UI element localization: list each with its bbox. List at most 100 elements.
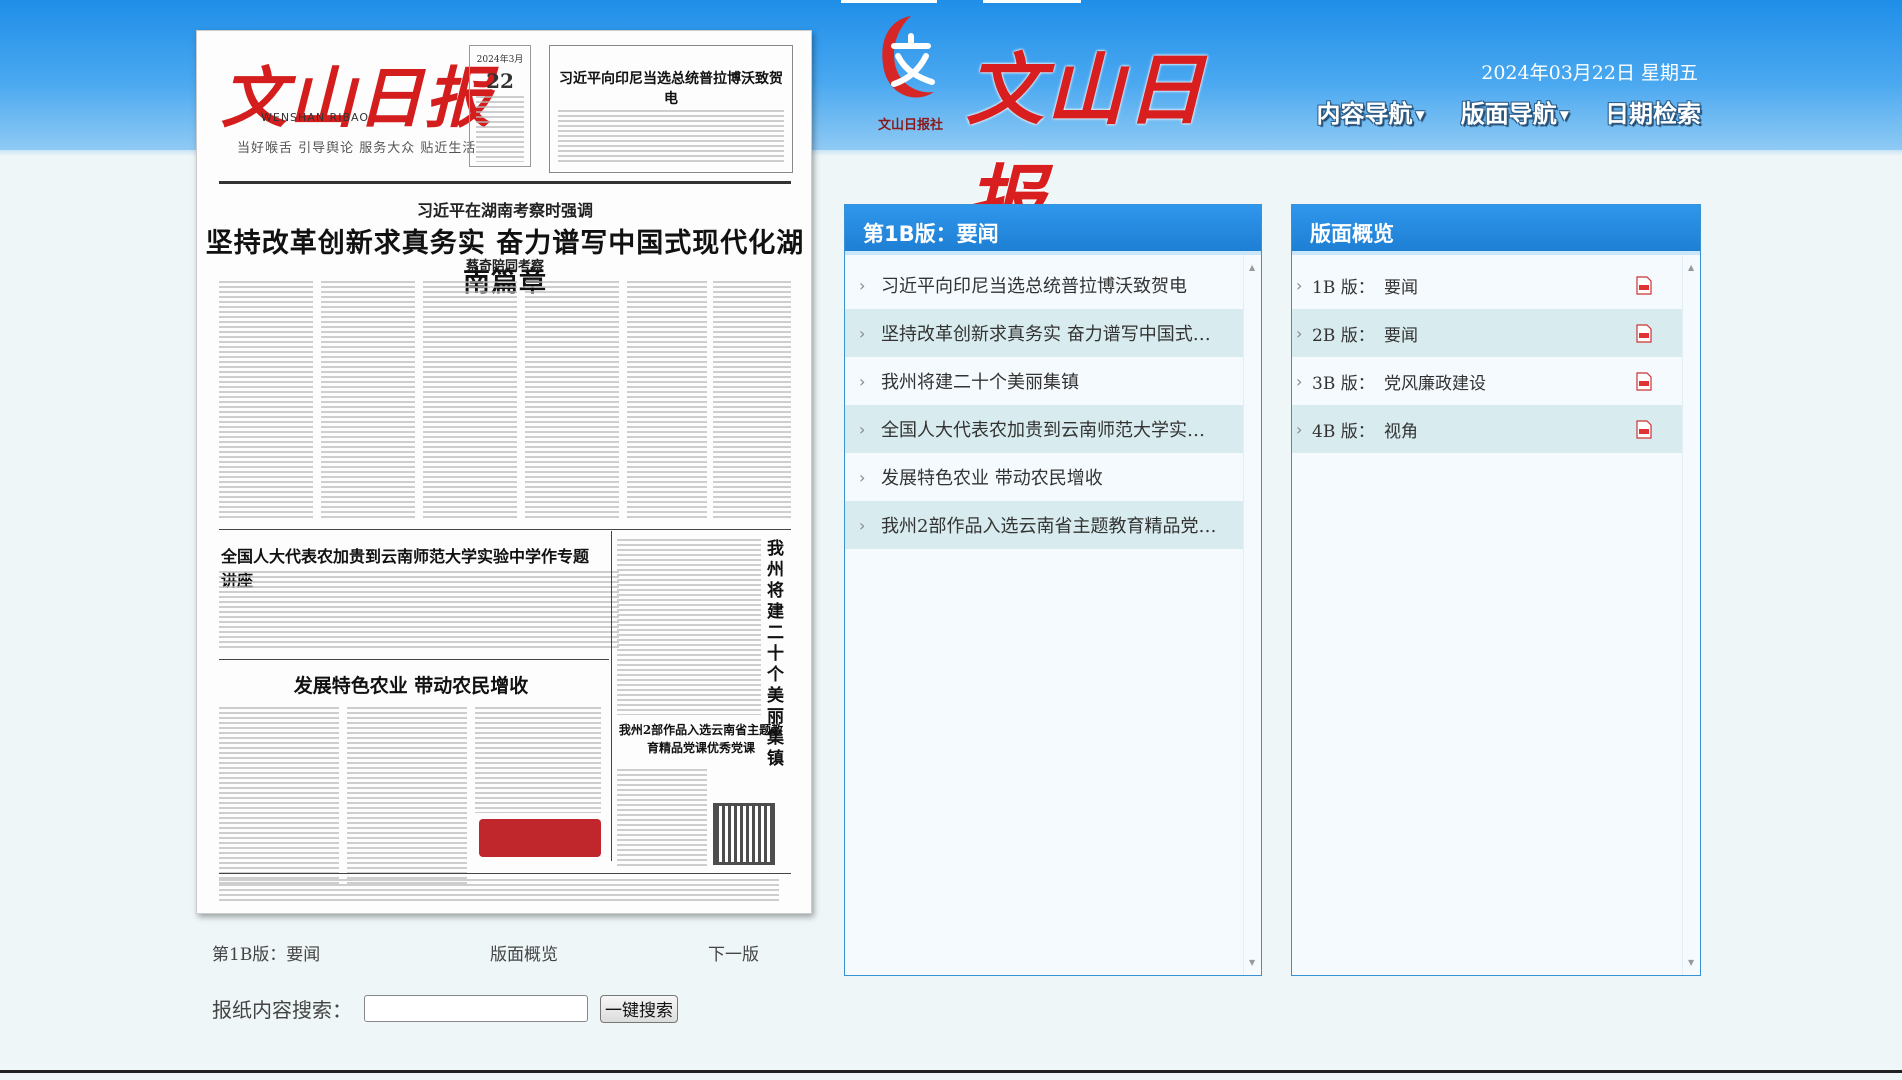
paper-divider — [219, 529, 791, 530]
paper-text-block — [423, 281, 517, 521]
scroll-down-icon[interactable]: ▼ — [1688, 958, 1694, 967]
scroll-up-icon[interactable]: ▲ — [1688, 263, 1694, 272]
paper-date-day: 22 — [486, 69, 514, 93]
chevron-right-icon: › — [859, 371, 866, 391]
pdf-icon[interactable] — [1636, 276, 1652, 295]
search-input[interactable] — [364, 995, 588, 1022]
news-item-label: 我州将建二十个美丽集镇 — [881, 372, 1079, 393]
page-item-number: 4B 版： — [1312, 421, 1375, 442]
nav-content[interactable]: 内容导航 ▼ — [1317, 94, 1425, 129]
news-item[interactable]: › 习近平向印尼当选总统普拉博沃致贺电 — [845, 261, 1243, 309]
page-item[interactable]: › 1B 版： 要闻 — [1292, 261, 1682, 309]
page-item-name: 要闻 — [1384, 325, 1418, 346]
chevron-right-icon: › — [1296, 371, 1303, 391]
paper-promo-box — [479, 819, 601, 857]
site-logo[interactable]: 文山日报 文山日报社 — [876, 12, 1246, 248]
scroll-up-icon[interactable]: ▲ — [1249, 263, 1255, 272]
overview-link[interactable]: 版面概览 — [490, 940, 558, 965]
paper-text-block — [476, 96, 524, 162]
current-date: 2024年03月22日 星期五 — [1481, 62, 1698, 84]
paper-text-block — [617, 769, 707, 869]
footer-rule — [0, 1070, 1902, 1080]
newspaper-page-image[interactable]: 文山日报 WENSHAN RIBAO 当好喉舌 引导舆论 服务大众 贴近生活 2… — [196, 30, 812, 914]
paper-text-block — [713, 281, 791, 521]
nav-pages[interactable]: 版面导航 ▼ — [1461, 94, 1569, 129]
chevron-right-icon: › — [1296, 419, 1303, 439]
top-tab-marker — [983, 0, 1081, 3]
chevron-down-icon: ▼ — [1559, 108, 1569, 122]
page-item-name: 党风廉政建设 — [1384, 373, 1486, 394]
page-item[interactable]: › 4B 版： 视角 — [1292, 405, 1682, 453]
paper-date-block: 2024年3月 22 — [469, 45, 531, 167]
page-item[interactable]: › 3B 版： 党风廉政建设 — [1292, 357, 1682, 405]
pdf-icon[interactable] — [1636, 324, 1652, 343]
page-item[interactable]: › 2B 版： 要闻 — [1292, 309, 1682, 357]
paper-date-month: 2024年3月 — [476, 55, 524, 65]
page-item-name: 视角 — [1384, 421, 1418, 442]
pages-panel: 版面概览 › 1B 版： 要闻 › 2B 版： 要闻 › 3B 版： 党风廉政建… — [1291, 204, 1701, 976]
next-page-link[interactable]: 下一版 — [708, 940, 759, 965]
paper-text-block — [347, 707, 467, 887]
search-row: 报纸内容搜索： 一键搜索 — [212, 994, 678, 1023]
pages-list: › 1B 版： 要闻 › 2B 版： 要闻 › 3B 版： 党风廉政建设 › 4… — [1292, 255, 1682, 975]
paper-box-news: 习近平向印尼当选总统普拉博沃致贺电 — [549, 45, 793, 173]
chevron-right-icon: › — [859, 419, 866, 439]
paper-text-block — [219, 281, 313, 521]
logo-subtext: 文山日报社 — [878, 118, 944, 133]
paper-rule — [219, 181, 791, 184]
news-item-label: 坚持改革创新求真务实 奋力谱写中国式… — [881, 324, 1211, 345]
page-item-number: 2B 版： — [1312, 325, 1375, 346]
chevron-right-icon: › — [859, 467, 866, 487]
search-label: 报纸内容搜索： — [212, 998, 352, 1022]
paper-text-block — [617, 539, 761, 715]
paper-text-block — [219, 707, 339, 887]
pdf-icon[interactable] — [1636, 420, 1652, 439]
pages-scrollbar[interactable]: ▲ ▼ — [1682, 255, 1700, 975]
paper-slogan: 当好喉舌 引导舆论 服务大众 贴近生活 — [237, 141, 477, 156]
news-item-label: 我州2部作品入选云南省主题教育精品党… — [881, 516, 1217, 537]
paper-text-block — [219, 879, 779, 901]
nav-pages-label: 版面导航 — [1460, 100, 1557, 128]
paper-text-block — [321, 281, 415, 521]
nav-date-search[interactable]: 日期检索 — [1605, 94, 1701, 129]
chevron-down-icon: ▼ — [1415, 108, 1425, 122]
paper-subhead-2: 发展特色农业 带动农民增收 — [293, 675, 529, 697]
news-list: › 习近平向印尼当选总统普拉博沃致贺电 › 坚持改革创新求真务实 奋力谱写中国式… … — [845, 255, 1243, 975]
paper-divider — [219, 659, 609, 660]
chevron-right-icon: › — [859, 323, 866, 343]
chevron-right-icon: › — [1296, 323, 1303, 343]
news-item[interactable]: › 全国人大代表农加贵到云南师范大学实验… — [845, 405, 1243, 453]
news-item[interactable]: › 发展特色农业 带动农民增收 — [845, 453, 1243, 501]
paper-text-block — [475, 707, 601, 813]
chevron-right-icon: › — [1296, 275, 1303, 295]
paper-divider — [611, 531, 612, 861]
news-item[interactable]: › 我州2部作品入选云南省主题教育精品党… — [845, 501, 1243, 549]
paper-divider — [219, 873, 791, 874]
current-page-link[interactable]: 第1B版：要闻 — [212, 940, 320, 965]
news-item-label: 习近平向印尼当选总统普拉博沃致贺电 — [881, 276, 1187, 297]
paper-kicker: 习近平在湖南考察时强调 — [416, 201, 593, 220]
search-button[interactable]: 一键搜索 — [600, 994, 678, 1023]
chevron-right-icon: › — [859, 515, 866, 535]
page-item-name: 要闻 — [1384, 277, 1418, 298]
nav-content-label: 内容导航 — [1316, 100, 1413, 128]
news-panel-title: 第1B版：要闻 — [845, 205, 1261, 255]
news-panel: 第1B版：要闻 › 习近平向印尼当选总统普拉博沃致贺电 › 坚持改革创新求真务实 奋… — [844, 204, 1262, 976]
nav-date-search-label: 日期检索 — [1605, 100, 1701, 128]
news-scrollbar[interactable]: ▲ ▼ — [1243, 255, 1261, 975]
paper-box-title: 习近平向印尼当选总统普拉博沃致贺电 — [559, 71, 783, 107]
paper-text-block — [219, 571, 619, 651]
pages-panel-title: 版面概览 — [1292, 205, 1700, 255]
paper-subhead-3: 我州2部作品入选云南省主题教育精品党课优秀党课 — [618, 723, 784, 755]
chevron-right-icon: › — [859, 275, 866, 295]
paper-text-block — [627, 281, 707, 521]
page-item-number: 3B 版： — [1312, 373, 1375, 394]
pdf-icon[interactable] — [1636, 372, 1652, 391]
main-nav: 内容导航 ▼ 版面导航 ▼ 日期检索 — [1317, 94, 1701, 129]
qr-code-icon — [713, 803, 775, 865]
news-item[interactable]: › 坚持改革创新求真务实 奋力谱写中国式… — [845, 309, 1243, 357]
paper-text-block — [525, 281, 619, 521]
scroll-down-icon[interactable]: ▼ — [1249, 958, 1255, 967]
page-item-number: 1B 版： — [1312, 277, 1375, 298]
news-item[interactable]: › 我州将建二十个美丽集镇 — [845, 357, 1243, 405]
